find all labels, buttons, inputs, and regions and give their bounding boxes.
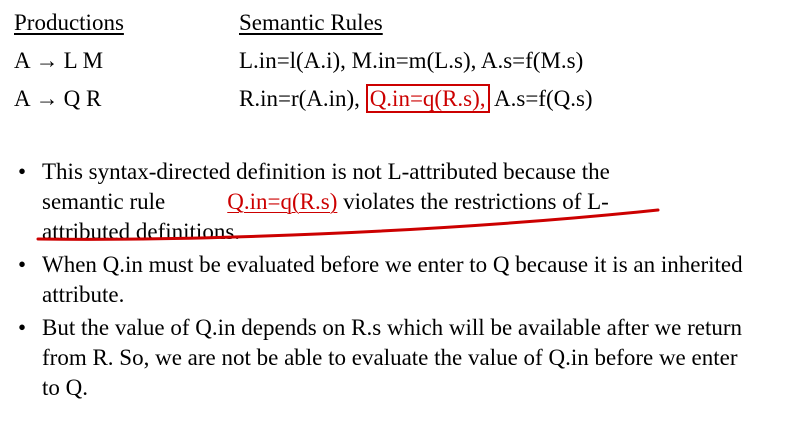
bullet-2-text: When Q.in must be evaluated before we en…: [42, 252, 743, 307]
semantic-rules-header: Semantic Rules: [239, 10, 383, 35]
production-row-1: A → L M: [14, 48, 103, 74]
slide: Productions Semantic Rules A → L M L.in=l(…: [0, 0, 794, 423]
rule-text-part1: R.in=r(A.in),: [239, 86, 366, 111]
production-lhs: A: [14, 48, 31, 73]
production-row-2: A → Q R: [14, 86, 101, 112]
bullet-item-inherited-attribute: • When Q.in must be evaluated before we …: [18, 250, 758, 310]
arrow-icon: →: [35, 48, 59, 73]
production-lhs: A: [14, 86, 31, 111]
production-rhs: L M: [63, 48, 104, 73]
bullet-1-line-1: This syntax-directed definition is not L…: [42, 159, 610, 184]
productions-header: Productions: [14, 10, 124, 35]
highlighted-rule-box: Q.in=q(R.s),: [365, 84, 490, 113]
semantic-rule-row-2: R.in=r(A.in), Q.in=q(R.s), A.s=f(Q.s): [239, 84, 593, 113]
bullet-icon: •: [18, 252, 27, 277]
production-rhs: Q R: [63, 86, 102, 111]
bullet-icon: •: [18, 315, 27, 340]
bullet-list: • This syntax-directed definition is not…: [18, 157, 758, 406]
bullet-3-text: But the value of Q.in depends on R.s whi…: [42, 315, 743, 400]
bullet-item-depends-on-rs: • But the value of Q.in depends on R.s w…: [18, 313, 758, 403]
red-underline-annotation: [36, 208, 660, 241]
rule-text-part2: A.s=f(Q.s): [489, 86, 593, 111]
semantic-rule-row-1: L.in=l(A.i), M.in=m(L.s), A.s=f(M.s): [239, 48, 584, 73]
bullet-icon: •: [18, 159, 27, 184]
arrow-icon: →: [35, 86, 59, 111]
